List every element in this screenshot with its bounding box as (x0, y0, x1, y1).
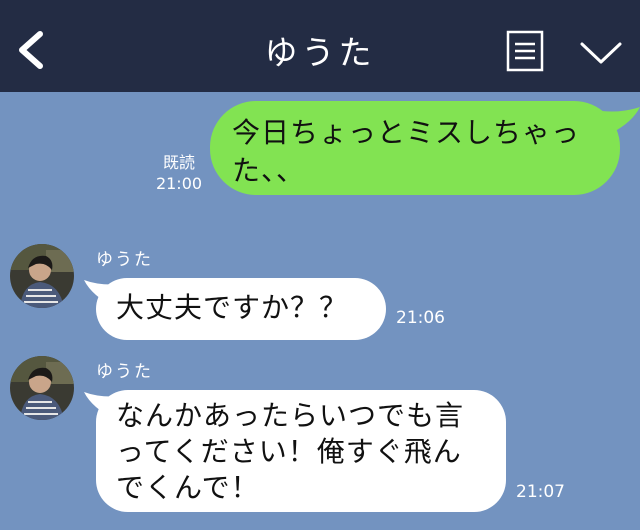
avatar-photo (10, 244, 74, 308)
message-time: 21:00 (155, 174, 203, 193)
message-line: た、、 (232, 154, 306, 187)
received-message-bubble[interactable]: なんかあったらいつでも言 ってください！俺すぐ飛ん でくんで！ (96, 390, 506, 512)
message-line: 大丈夫ですか？？ (116, 291, 349, 324)
avatar[interactable] (10, 244, 74, 308)
sent-message-bubble[interactable]: 今日ちょっとミスしちゃっ た、、 (210, 101, 620, 195)
chat-title: ゆうた (264, 33, 376, 72)
message-time: 21:07 (516, 482, 565, 502)
avatar-photo (10, 356, 74, 420)
message-time: 21:06 (396, 308, 445, 328)
sender-name: ゆうた (96, 362, 153, 382)
message-line: 今日ちょっとミスしちゃっ (232, 116, 581, 149)
message-line: ってください！俺すぐ飛ん (116, 435, 462, 468)
read-label: 既読 (162, 153, 195, 172)
chevron-down-icon[interactable] (578, 36, 624, 70)
message-line: でくんで！ (116, 471, 260, 504)
avatar[interactable] (10, 356, 74, 420)
sender-name: ゆうた (96, 250, 153, 270)
message-line: なんかあったらいつでも言 (116, 399, 465, 432)
received-message-bubble[interactable]: 大丈夫ですか？？ (96, 278, 386, 340)
read-receipt: 既読 21:00 (150, 152, 208, 194)
chat-header: ゆうた (0, 0, 640, 92)
document-menu-icon[interactable] (506, 30, 544, 72)
